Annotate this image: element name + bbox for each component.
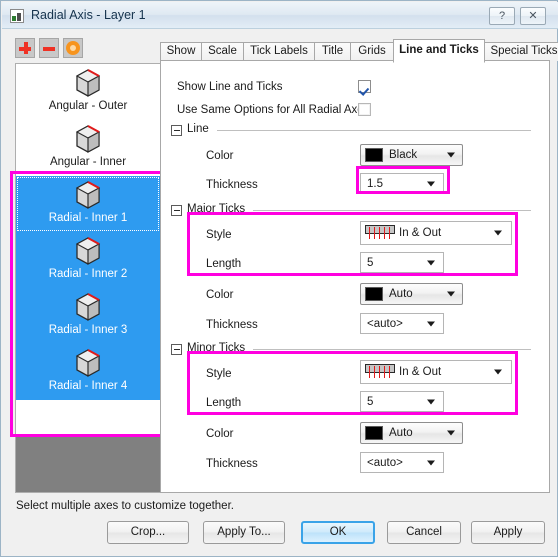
- axis-list-item-label: Radial - Inner 2: [48, 268, 128, 280]
- axis-list-item-label: Radial - Inner 3: [48, 324, 128, 336]
- chevron-down-icon[interactable]: [447, 152, 455, 158]
- axis-list-item-label: Radial - Inner 4: [48, 380, 128, 392]
- status-message: Select multiple axes to customize togeth…: [16, 500, 234, 512]
- line-thickness-combo[interactable]: 1.5: [360, 173, 444, 194]
- axis-list-item[interactable]: Angular - Inner: [16, 120, 160, 176]
- ok-button[interactable]: OK: [301, 521, 375, 544]
- group-title: Minor Ticks: [187, 342, 246, 354]
- list-empty-area: [16, 436, 160, 492]
- tab-title[interactable]: Title: [314, 42, 351, 61]
- color-swatch: [365, 148, 383, 162]
- collapse-icon[interactable]: [171, 344, 182, 355]
- minor-tick-style-combo[interactable]: In & Out: [360, 360, 512, 384]
- major-style-label: Style: [206, 229, 232, 241]
- collapse-icon[interactable]: [171, 205, 182, 216]
- color-swatch: [365, 287, 383, 301]
- axis-list-item[interactable]: Radial - Inner 3: [16, 288, 160, 344]
- use-same-options-label: Use Same Options for All Radial Axes: [177, 104, 370, 116]
- tab-show[interactable]: Show: [160, 42, 202, 61]
- collapse-icon[interactable]: [171, 125, 182, 136]
- axis-list-item-label: Angular - Inner: [49, 156, 127, 168]
- axis-cube-icon: [72, 235, 104, 267]
- axis-list-item-label: Radial - Inner 1: [48, 212, 128, 224]
- line-thickness-label: Thickness: [206, 179, 258, 191]
- tab-special-ticks[interactable]: Special Ticks: [484, 42, 558, 61]
- chevron-down-icon[interactable]: [427, 321, 435, 326]
- remove-axis-button[interactable]: [39, 38, 59, 58]
- chevron-down-icon[interactable]: [427, 460, 435, 465]
- major-tick-style-combo[interactable]: In & Out: [360, 221, 512, 245]
- line-thickness-value: 1.5: [367, 177, 383, 190]
- tab-grids[interactable]: Grids: [350, 42, 394, 61]
- major-color-label: Color: [206, 289, 234, 301]
- chevron-down-icon[interactable]: [447, 430, 455, 436]
- major-length-label: Length: [206, 258, 242, 270]
- minor-thickness-label: Thickness: [206, 458, 258, 470]
- axis-list-item[interactable]: Radial - Inner 1: [16, 176, 160, 232]
- crop-button[interactable]: Crop...: [107, 521, 189, 544]
- axis-cube-icon: [72, 179, 104, 211]
- color-swatch: [365, 426, 383, 440]
- chevron-down-icon[interactable]: [447, 291, 455, 297]
- minor-style-label: Style: [206, 368, 232, 380]
- tab-strip: Show Scale Tick Labels Title Grids Line and T…: [160, 39, 558, 63]
- chevron-down-icon[interactable]: [427, 260, 435, 265]
- group-title: Major Ticks: [187, 203, 246, 215]
- axis-list-item[interactable]: Angular - Outer: [16, 64, 160, 120]
- major-length-combo[interactable]: 5: [360, 252, 444, 273]
- minor-length-value: 5: [367, 395, 374, 408]
- minor-thickness-combo[interactable]: <auto>: [360, 452, 444, 473]
- chevron-down-icon[interactable]: [427, 181, 435, 186]
- apply-to-button[interactable]: Apply To...: [203, 521, 285, 544]
- axis-cube-icon: [72, 67, 104, 99]
- axis-list[interactable]: Angular - Outer Angular - Inner Radial - I…: [15, 63, 161, 493]
- chevron-down-icon[interactable]: [494, 369, 502, 375]
- minor-color-combo[interactable]: Auto: [360, 422, 463, 444]
- tab-scale[interactable]: Scale: [201, 42, 244, 61]
- axis-cube-icon: [72, 291, 104, 323]
- minor-length-label: Length: [206, 397, 242, 409]
- major-length-value: 5: [367, 256, 374, 269]
- chevron-down-icon[interactable]: [494, 230, 502, 236]
- major-style-value: In & Out: [399, 227, 442, 239]
- minor-color-label: Color: [206, 428, 234, 440]
- line-color-value: Black: [389, 149, 418, 161]
- line-color-combo[interactable]: Black: [360, 144, 463, 166]
- use-same-options-checkbox[interactable]: [358, 103, 371, 116]
- minor-length-combo[interactable]: 5: [360, 391, 444, 412]
- show-line-and-ticks-checkbox[interactable]: [358, 80, 371, 93]
- axis-list-item[interactable]: Radial - Inner 2: [16, 232, 160, 288]
- tick-style-in-and-out-icon: [365, 225, 395, 241]
- add-axis-button[interactable]: [15, 38, 35, 58]
- window-title: Radial Axis - Layer 1: [31, 8, 146, 22]
- axis-list-item[interactable]: Radial - Inner 4: [16, 344, 160, 400]
- dialog-window: Radial Axis - Layer 1 ? ✕ Angular - Oute…: [0, 0, 558, 557]
- cancel-button[interactable]: Cancel: [387, 521, 461, 544]
- apply-button[interactable]: Apply: [471, 521, 545, 544]
- minor-style-value: In & Out: [399, 366, 442, 378]
- axis-cube-icon: [72, 123, 104, 155]
- major-thickness-label: Thickness: [206, 319, 258, 331]
- major-thickness-combo[interactable]: <auto>: [360, 313, 444, 334]
- group-title: Line: [187, 123, 209, 135]
- title-bar: Radial Axis - Layer 1 ? ✕: [2, 2, 558, 29]
- chevron-down-icon[interactable]: [427, 399, 435, 404]
- line-and-ticks-panel: Show Line and Ticks Use Same Options for…: [160, 60, 550, 493]
- minor-color-value: Auto: [389, 427, 413, 439]
- tab-line-and-ticks[interactable]: Line and Ticks: [393, 39, 485, 63]
- application-icon: [10, 9, 24, 23]
- axis-cube-icon: [72, 347, 104, 379]
- show-line-and-ticks-label: Show Line and Ticks: [177, 81, 283, 93]
- major-color-combo[interactable]: Auto: [360, 283, 463, 305]
- line-color-label: Color: [206, 150, 234, 162]
- minor-thickness-value: <auto>: [367, 456, 403, 469]
- axis-options-button[interactable]: [63, 38, 83, 58]
- help-button[interactable]: ?: [489, 7, 515, 25]
- tick-style-in-and-out-icon: [365, 364, 395, 380]
- major-thickness-value: <auto>: [367, 317, 403, 330]
- close-button[interactable]: ✕: [520, 7, 546, 25]
- axis-list-item-label: Angular - Outer: [48, 100, 128, 112]
- major-color-value: Auto: [389, 288, 413, 300]
- tab-tick-labels[interactable]: Tick Labels: [243, 42, 315, 61]
